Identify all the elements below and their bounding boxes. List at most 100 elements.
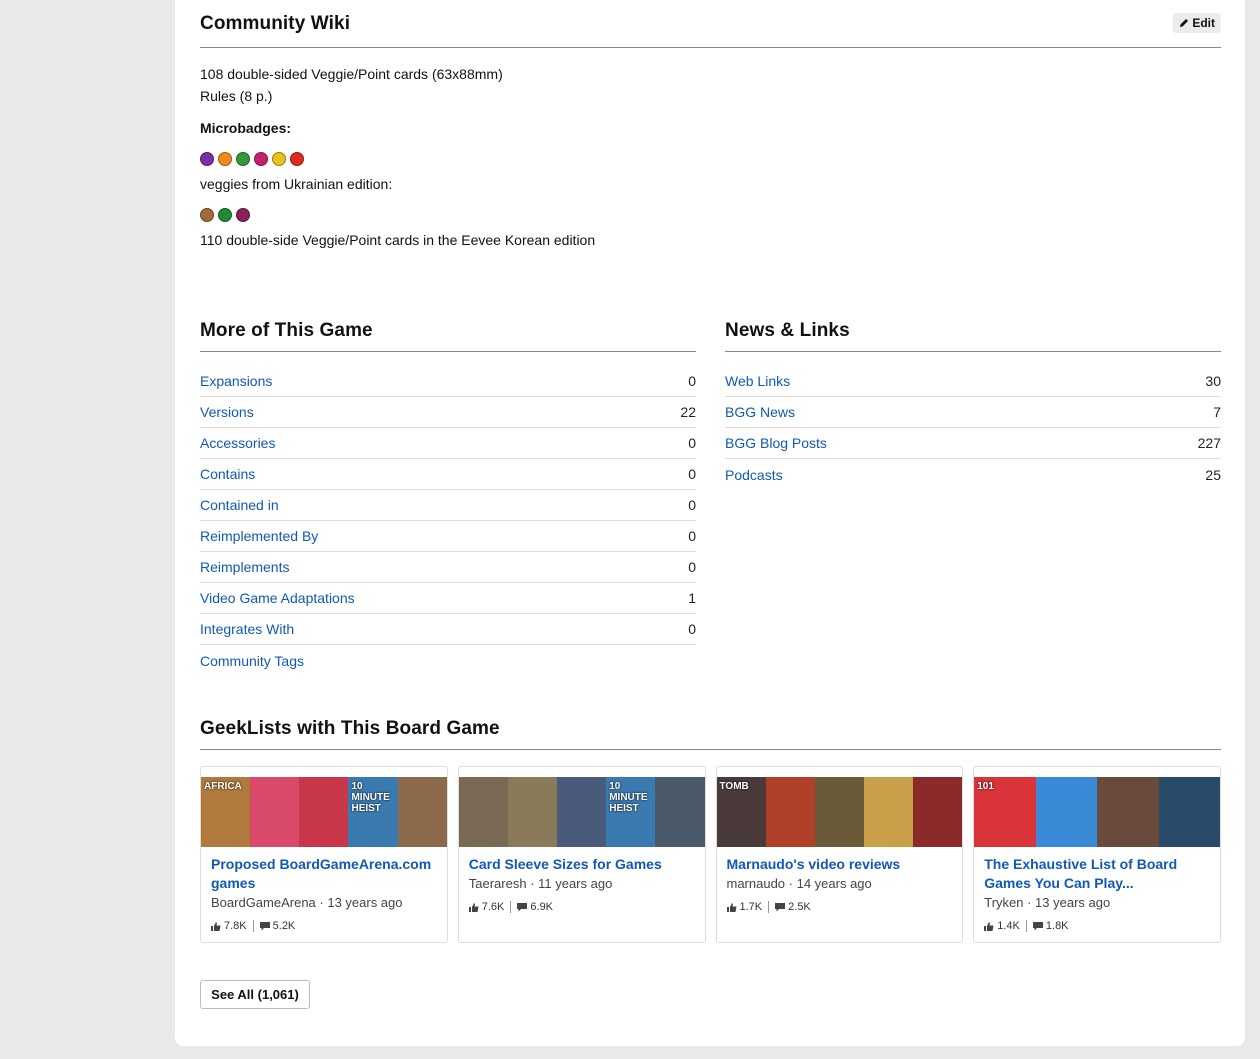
cabbage-green-icon bbox=[218, 208, 232, 222]
news-row: BGG Blog Posts 227 bbox=[725, 428, 1221, 459]
more-link[interactable]: Video Game Adaptations bbox=[200, 590, 355, 606]
game-thumbnail bbox=[507, 777, 558, 847]
potato-icon bbox=[200, 208, 214, 222]
news-count: 227 bbox=[1197, 435, 1221, 451]
news-link[interactable]: Web Links bbox=[725, 373, 790, 389]
more-of-this-game: More of This Game Expansions 0 Versions 22 A… bbox=[200, 310, 696, 676]
geeklist-author: Tryken · 13 years ago bbox=[984, 895, 1111, 910]
game-thumbnail bbox=[814, 777, 864, 847]
stat-divider bbox=[1025, 920, 1027, 932]
comment-icon bbox=[1032, 921, 1043, 930]
more-link[interactable]: Accessories bbox=[200, 435, 275, 451]
more-count: 0 bbox=[688, 621, 696, 637]
more-link[interactable]: Contained in bbox=[200, 497, 279, 513]
geeklist-card[interactable]: AFRICA 10 MINUTE HEIST Proposed BoardGameA… bbox=[200, 766, 448, 943]
more-count: 0 bbox=[688, 559, 696, 575]
onion-icon bbox=[254, 152, 268, 166]
more-row: Integrates With 0 bbox=[200, 614, 696, 645]
geeklists-title: GeekLists with This Board Game bbox=[200, 717, 500, 739]
geeklists-section: GeekLists with This Board Game bbox=[200, 708, 1221, 750]
more-row: Versions 22 bbox=[200, 397, 696, 428]
news-and-links: News & Links Web Links 30 BGG News 7 BGG Blo… bbox=[725, 310, 1221, 676]
stat-divider bbox=[510, 901, 512, 913]
comments-count: 5.2K bbox=[272, 920, 296, 932]
cabbage-icon bbox=[200, 152, 214, 166]
news-link[interactable]: Podcasts bbox=[725, 467, 783, 483]
geeklist-title[interactable]: Proposed BoardGameArena.com games bbox=[211, 855, 437, 893]
wiki-line-3: 110 double-side Veggie/Point cards in th… bbox=[200, 232, 596, 248]
game-thumbnail bbox=[1097, 777, 1159, 847]
news-row: Podcasts 25 bbox=[725, 459, 1221, 490]
more-row: Reimplemented By 0 bbox=[200, 521, 696, 552]
comments-count: 6.9K bbox=[530, 901, 554, 913]
geeklist-title[interactable]: Marnaudo's video reviews bbox=[727, 855, 953, 874]
stat-divider bbox=[252, 920, 254, 932]
more-link[interactable]: Community Tags bbox=[200, 653, 304, 669]
news-count: 30 bbox=[1205, 373, 1221, 389]
more-link[interactable]: Reimplements bbox=[200, 559, 289, 575]
thumbnail-label: 10 MINUTE HEIST bbox=[351, 781, 390, 814]
more-link[interactable]: Reimplemented By bbox=[200, 528, 318, 544]
game-thumbnail bbox=[557, 777, 607, 847]
game-thumbnail bbox=[1158, 777, 1220, 847]
likes-count: 7.6K bbox=[481, 901, 505, 913]
geeklist-stats: 7.8K 5.2K bbox=[211, 920, 437, 932]
geeklist-author: marnaudo · 14 years ago bbox=[726, 876, 872, 891]
geeklist-card[interactable]: 10 MINUTE HEIST Card Sleeve Sizes for Gam… bbox=[457, 766, 706, 943]
comments-stat: 1.8K bbox=[1032, 920, 1069, 932]
more-count: 0 bbox=[688, 466, 696, 482]
ukrainian-badges-row bbox=[200, 206, 1221, 224]
geeklist-card[interactable]: TOMB Marnaudo's video reviews marnaudo · 1… bbox=[715, 766, 964, 943]
more-link[interactable]: Versions bbox=[200, 404, 254, 420]
more-link[interactable]: Expansions bbox=[200, 373, 272, 389]
main-card: Community Wiki Edit 108 double-sided Veg… bbox=[175, 0, 1245, 1046]
more-count: 22 bbox=[680, 404, 696, 420]
beet-icon bbox=[236, 208, 250, 222]
more-row: Accessories 0 bbox=[200, 428, 696, 459]
geeklist-stats: 1.4K 1.8K bbox=[984, 920, 1210, 932]
geeklist-author: BoardGameArena · 13 years ago bbox=[211, 895, 403, 910]
geeklist-tiles: AFRICA 10 MINUTE HEIST Proposed BoardGameA… bbox=[200, 766, 1221, 943]
more-row: Video Game Adaptations 1 bbox=[200, 583, 696, 614]
stat-divider bbox=[768, 901, 770, 913]
thumbs-up-icon bbox=[726, 902, 736, 912]
more-row: Contained in 0 bbox=[200, 490, 696, 521]
geeklist-author: Taeraresh · 11 years ago bbox=[468, 876, 613, 891]
more-link[interactable]: Integrates With bbox=[200, 621, 294, 637]
content: Community Wiki Edit 108 double-sided Veg… bbox=[200, 0, 1221, 1009]
likes-count: 1.4K bbox=[997, 920, 1020, 932]
thumbs-up-icon bbox=[984, 921, 994, 931]
thumbnail-label: 10 MINUTE HEIST bbox=[609, 781, 648, 814]
thumbs-up-icon bbox=[468, 902, 479, 912]
see-all-button[interactable]: See All (1,061) bbox=[200, 980, 310, 1009]
thumbnail-label: TOMB bbox=[719, 781, 749, 792]
more-link[interactable]: Contains bbox=[200, 466, 255, 482]
wiki-body: 108 double-sided Veggie/Point cards (63x… bbox=[200, 63, 1221, 251]
geeklist-title[interactable]: The Exhaustive List of Board Games You C… bbox=[984, 855, 1210, 893]
geeklist-card[interactable]: 101 The Exhaustive List of Board Games Yo… bbox=[973, 766, 1221, 943]
news-link[interactable]: BGG News bbox=[725, 404, 795, 420]
likes-stat: 1.7K bbox=[726, 901, 762, 913]
game-thumbnail bbox=[655, 777, 705, 847]
more-row: Expansions 0 bbox=[200, 366, 696, 397]
geeklist-card-body: Proposed BoardGameArena.com games BoardGa… bbox=[201, 847, 447, 942]
geeklist-title[interactable]: Card Sleeve Sizes for Games bbox=[469, 855, 695, 874]
more-count: 0 bbox=[688, 373, 696, 389]
news-count: 25 bbox=[1205, 466, 1221, 483]
comments-count: 1.8K bbox=[1045, 920, 1069, 932]
edit-button[interactable]: Edit bbox=[1173, 12, 1221, 33]
more-count: 1 bbox=[688, 590, 696, 606]
ukrainian-label: veggies from Ukrainian edition: bbox=[200, 176, 393, 192]
geeklist-card-body: Card Sleeve Sizes for Games Taeraresh · 1… bbox=[459, 847, 705, 923]
microbadges-label: Microbadges: bbox=[200, 120, 292, 136]
game-thumbnail bbox=[863, 777, 914, 847]
corn-icon bbox=[272, 152, 286, 166]
game-thumbnail bbox=[299, 777, 349, 847]
news-link[interactable]: BGG Blog Posts bbox=[725, 435, 827, 451]
edit-label: Edit bbox=[1192, 15, 1215, 30]
comments-stat: 5.2K bbox=[259, 920, 296, 932]
microbadges-row bbox=[200, 150, 1221, 168]
tomato-icon bbox=[290, 152, 304, 166]
pepper-icon bbox=[236, 152, 250, 166]
game-thumbnail: AFRICA bbox=[201, 777, 251, 847]
